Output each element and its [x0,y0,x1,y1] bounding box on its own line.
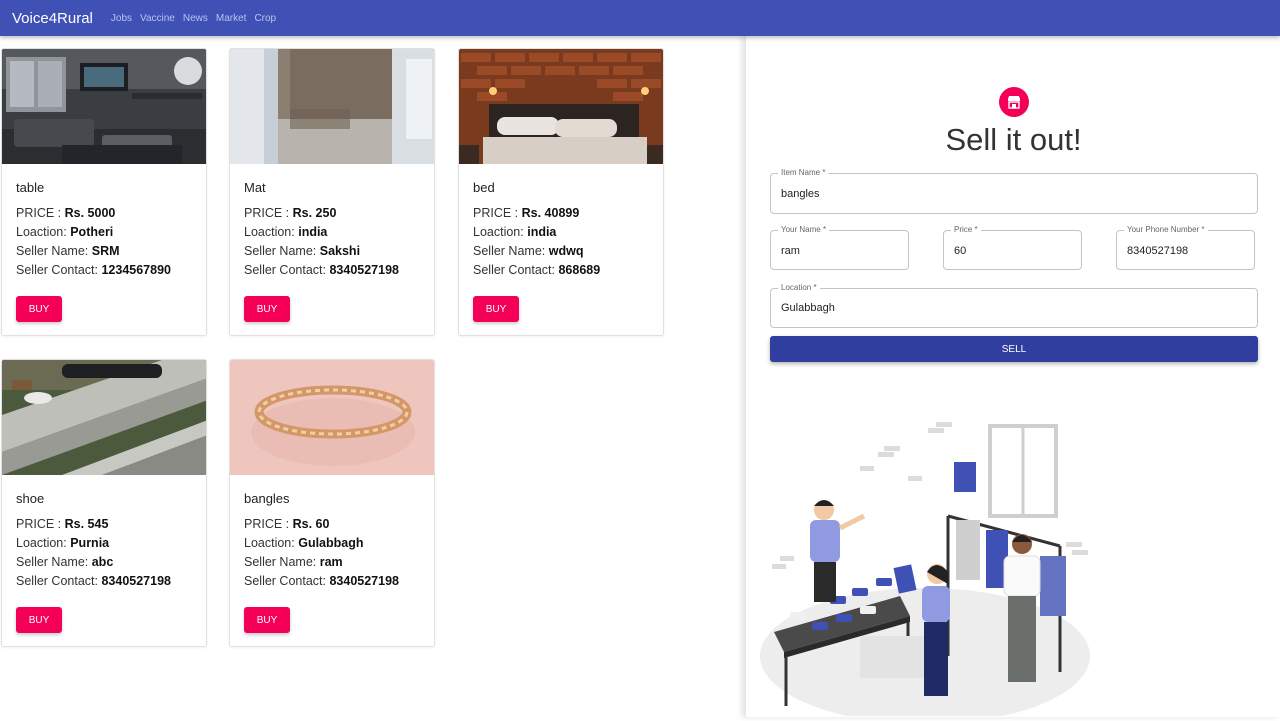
product-location: Loaction: india [473,225,557,239]
seller-contact: Seller Contact: 8340527198 [16,574,171,588]
page-title: Sell it out! [945,122,1082,157]
buy-button[interactable]: BUY [473,296,519,322]
sell-panel: Sell it out! Item Name * bangles Your Na… [745,36,1280,721]
buy-button[interactable]: BUY [244,296,290,322]
product-card: shoe PRICE : Rs. 545 Loaction: Purnia Se… [1,359,207,647]
your-name-field[interactable]: Your Name * ram [770,225,909,270]
product-price: PRICE : Rs. 5000 [16,206,116,220]
buy-button[interactable]: BUY [16,607,62,633]
location-field[interactable]: Location * Gulabbagh [770,283,1258,328]
shop-illustration [760,416,1100,721]
location-label: Location * [778,283,820,292]
brand-link[interactable]: Voice4Rural [12,10,93,27]
product-card: bangles PRICE : Rs. 60 Loaction: Gulabba… [229,359,435,647]
bed-image [459,49,663,164]
seller-name: Seller Name: ram [244,555,343,569]
seller-contact: Seller Contact: 8340527198 [244,263,399,277]
seller-name: Seller Name: wdwq [473,244,584,258]
product-name: table [16,180,45,195]
mat-image [230,49,434,164]
buy-button[interactable]: BUY [16,296,62,322]
product-card: bed PRICE : Rs. 40899 Loaction: india Se… [458,48,664,336]
nav-link-vaccine[interactable]: Vaccine [140,13,175,24]
nav-link-news[interactable]: News [183,13,208,24]
product-location: Loaction: Potheri [16,225,114,239]
seller-contact: Seller Contact: 1234567890 [16,263,171,277]
your-name-value: ram [781,245,800,257]
product-name: bed [473,180,495,195]
nav-link-jobs[interactable]: Jobs [111,13,132,24]
price-value: 60 [954,245,967,257]
price-field[interactable]: Price * 60 [943,225,1082,270]
product-price: PRICE : Rs. 60 [244,517,330,531]
product-name: shoe [16,491,45,506]
app-bar: Voice4Rural Jobs Vaccine News Market Cro… [0,0,1280,36]
product-card: table PRICE : Rs. 5000 Loaction: Potheri… [1,48,207,336]
shoe-image [2,360,206,475]
seller-name: Seller Name: abc [16,555,114,569]
product-price: PRICE : Rs. 545 [16,517,109,531]
sell-button[interactable]: SELL [770,336,1258,362]
phone-field[interactable]: Your Phone Number * 8340527198 [1116,225,1255,270]
living-room-image [2,49,206,164]
product-price: PRICE : Rs. 250 [244,206,337,220]
item-name-field[interactable]: Item Name * bangles [770,168,1258,214]
location-value: Gulabbagh [781,302,835,314]
bangle-image [230,360,434,475]
product-card: Mat PRICE : Rs. 250 Loaction: india Sell… [229,48,435,336]
product-location: Loaction: india [244,225,328,239]
product-name: bangles [244,491,290,506]
item-name-label: Item Name * [778,168,829,177]
seller-name: Seller Name: Sakshi [244,244,361,258]
nav-link-crop[interactable]: Crop [254,13,276,24]
your-name-label: Your Name * [778,225,830,234]
phone-label: Your Phone Number * [1124,225,1208,234]
seller-contact: Seller Contact: 8340527198 [244,574,399,588]
seller-name: Seller Name: SRM [16,244,120,258]
buy-button[interactable]: BUY [244,607,290,633]
product-location: Loaction: Gulabbagh [244,536,364,550]
product-price: PRICE : Rs. 40899 [473,206,580,220]
seller-contact: Seller Contact: 868689 [473,263,601,277]
phone-value: 8340527198 [1127,245,1189,257]
store-icon [999,87,1029,117]
price-label: Price * [951,225,981,234]
nav-link-market[interactable]: Market [216,13,247,24]
product-location: Loaction: Purnia [16,536,110,550]
item-name-value: bangles [781,188,820,200]
product-name: Mat [244,180,266,195]
